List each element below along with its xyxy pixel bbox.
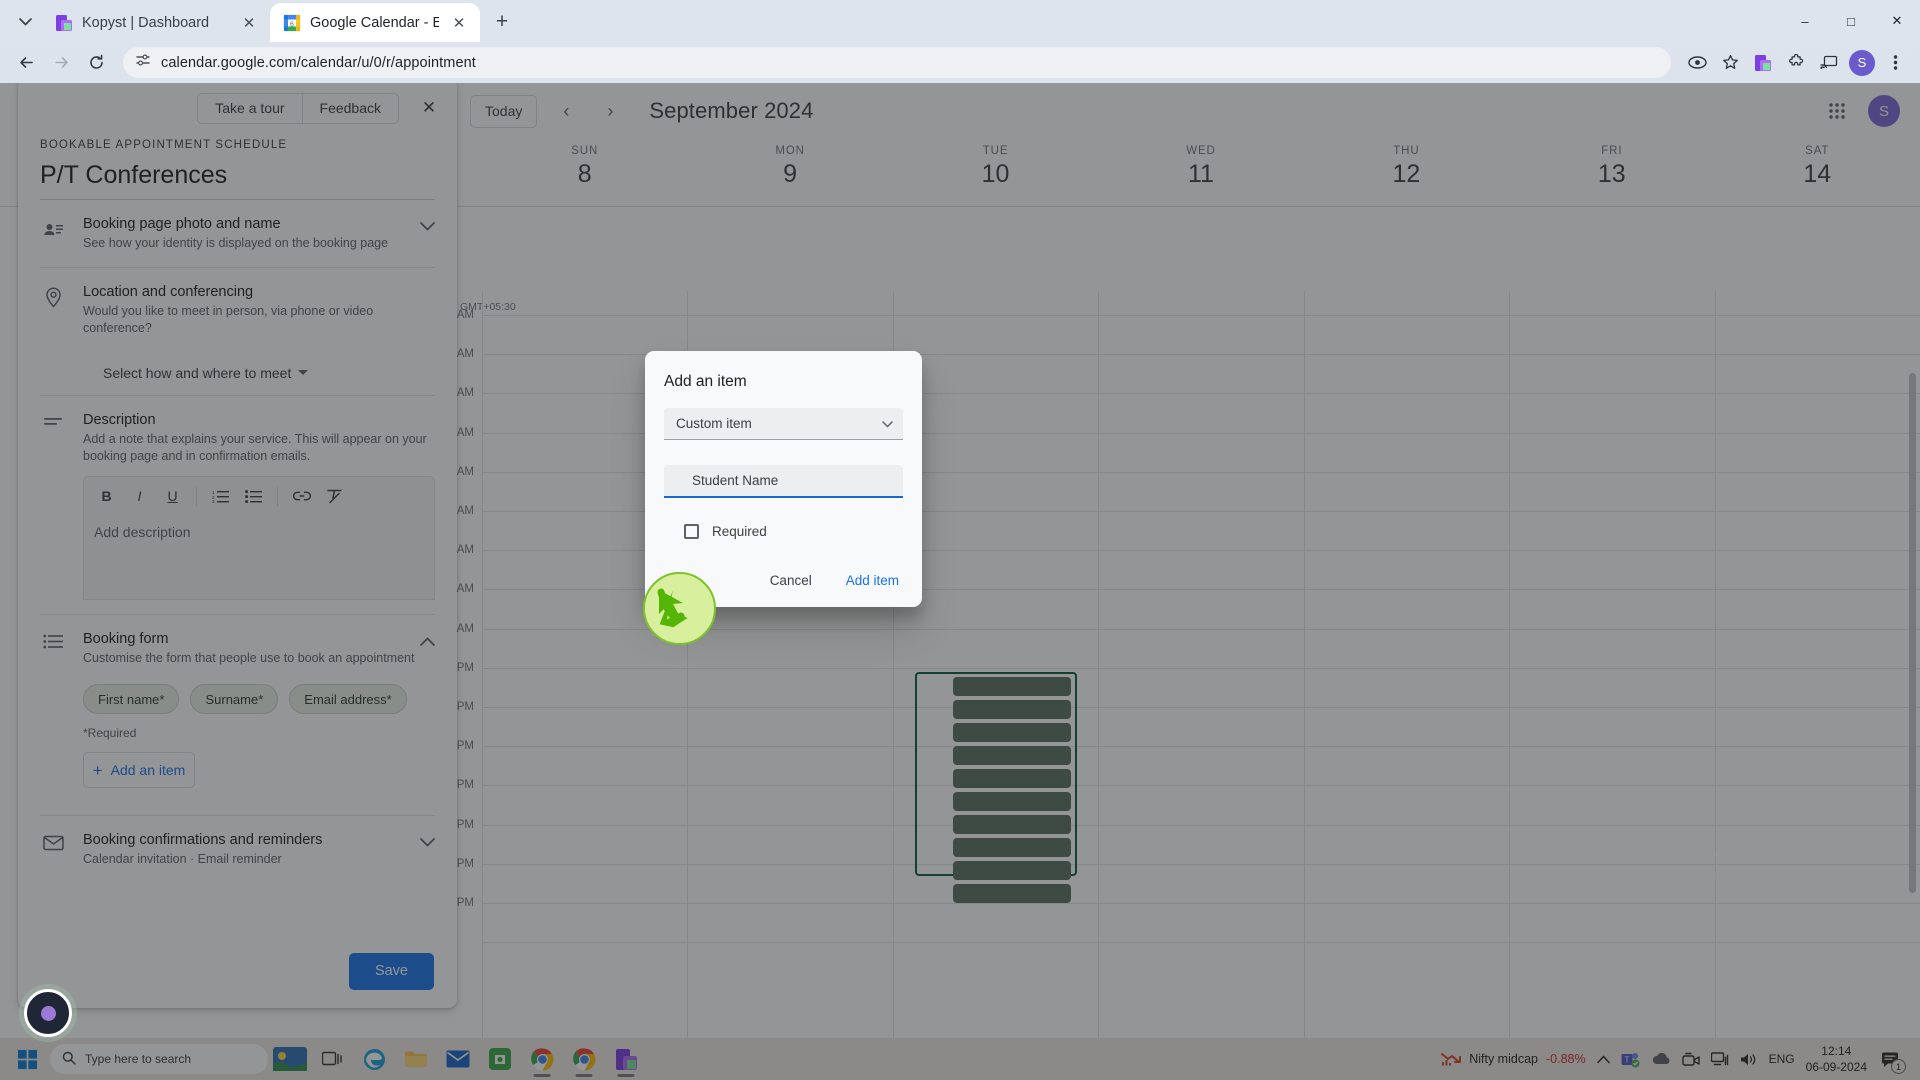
browser-toolbar: calendar.google.com/calendar/u/0/r/appoi… — [0, 42, 1920, 83]
reload-icon[interactable] — [80, 47, 112, 79]
back-icon[interactable] — [10, 47, 42, 79]
chevron-down-icon — [882, 416, 893, 431]
maximize-button[interactable]: □ — [1828, 0, 1874, 42]
item-name-input[interactable]: Student Name — [664, 465, 903, 498]
browser-tab-kopyst[interactable]: Kopyst | Dashboard ✕ — [42, 3, 270, 42]
bookmark-star-icon[interactable] — [1715, 48, 1745, 78]
item-name-field-wrap: Student Name — [664, 465, 903, 498]
kopyst-icon — [55, 14, 73, 32]
tab-title: Kopyst | Dashboard — [82, 14, 210, 31]
window-controls: – □ ✕ — [1782, 0, 1920, 42]
required-checkbox-label: Required — [712, 524, 767, 539]
cancel-button[interactable]: Cancel — [766, 566, 816, 595]
add-an-item-dialog: Add an item Custom item Student Name Req… — [645, 351, 922, 607]
site-settings-icon[interactable] — [135, 52, 151, 73]
required-checkbox[interactable] — [684, 524, 699, 539]
new-tab-button[interactable]: + — [487, 7, 517, 37]
page-content: Today ‹ › September 2024 S SUN 8 MON 9 TUE 10… — [0, 83, 1920, 1080]
close-icon[interactable]: ✕ — [448, 12, 470, 34]
browser-chrome: Kopyst | Dashboard ✕ 6 Google Calendar -… — [0, 0, 1920, 83]
item-type-value: Custom item — [676, 416, 752, 431]
screencast-icon[interactable] — [1814, 48, 1844, 78]
tracking-protection-icon[interactable] — [1682, 48, 1712, 78]
item-type-select[interactable]: Custom item — [664, 408, 903, 440]
tab-strip: Kopyst | Dashboard ✕ 6 Google Calendar -… — [0, 0, 1920, 42]
chrome-menu-icon[interactable] — [1880, 48, 1910, 78]
modal-scrim[interactable] — [0, 83, 1920, 1080]
close-icon[interactable]: ✕ — [238, 12, 260, 34]
dialog-title: Add an item — [664, 373, 747, 390]
recording-dot-icon — [40, 1005, 56, 1021]
click-cursor-indicator — [643, 572, 716, 645]
minimize-button[interactable]: – — [1782, 0, 1828, 42]
add-item-button[interactable]: Add item — [842, 566, 903, 595]
svg-text:6: 6 — [290, 21, 294, 28]
forward-icon[interactable] — [45, 47, 77, 79]
screen-recording-indicator[interactable] — [24, 989, 72, 1037]
url-text: calendar.google.com/calendar/u/0/r/appoi… — [161, 54, 476, 71]
kopyst-extension-icon[interactable] — [1748, 48, 1778, 78]
tab-search-button[interactable] — [8, 5, 42, 39]
browser-tab-google-calendar[interactable]: 6 Google Calendar - Edit bookab ✕ — [270, 3, 480, 42]
cursor-arrow-icon — [657, 588, 688, 627]
close-window-button[interactable]: ✕ — [1874, 0, 1920, 42]
required-checkbox-row[interactable]: Required — [664, 524, 903, 539]
address-bar[interactable]: calendar.google.com/calendar/u/0/r/appoi… — [123, 47, 1671, 78]
tab-title: Google Calendar - Edit bookab — [310, 14, 439, 31]
google-calendar-icon: 6 — [283, 14, 301, 32]
profile-avatar[interactable]: S — [1847, 48, 1877, 78]
avatar: S — [1849, 49, 1875, 76]
extensions-puzzle-icon[interactable] — [1781, 48, 1811, 78]
